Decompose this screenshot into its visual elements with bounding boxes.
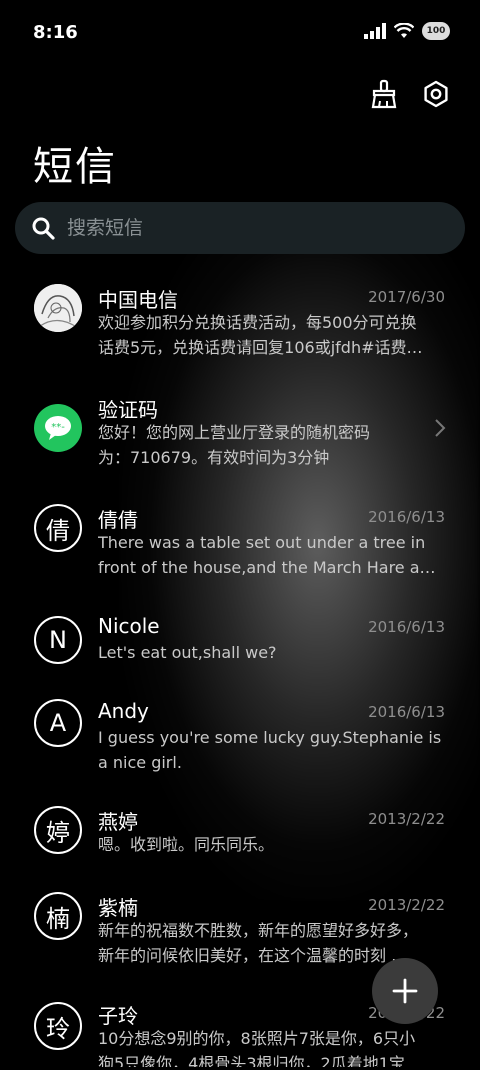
- conversation-name: 倩倩: [98, 508, 138, 532]
- conversation-name: 中国电信: [98, 288, 178, 312]
- preview-line: front of the house,and the March Hare an…: [98, 558, 444, 577]
- broom-icon: [371, 79, 397, 109]
- avatar: N: [34, 616, 82, 664]
- signal-icon: [364, 23, 386, 39]
- avatar-photo-icon: [34, 284, 82, 332]
- search-input[interactable]: [65, 216, 429, 240]
- conversation-item[interactable]: 婷 燕婷 2013/2/22 嗯。收到啦。同乐同乐。: [0, 796, 480, 876]
- clean-button[interactable]: [368, 78, 400, 110]
- preview-line: There was a table set out under a tree i…: [98, 533, 426, 552]
- preview-line: 10分想念9别的你，8张照片7张是你，6只小: [98, 1029, 416, 1048]
- status-time: 8:16: [33, 22, 78, 43]
- chevron-right-icon: [435, 419, 446, 437]
- conversation-item[interactable]: **- 验证码 您好！您的网上营业厅登录的随机密码 为：710679。有效时间为…: [0, 382, 480, 486]
- conversation-name: Nicole: [98, 614, 160, 638]
- conversation-preview: 您好！您的网上营业厅登录的随机密码 为：710679。有效时间为3分钟: [98, 420, 444, 470]
- header-actions: [368, 78, 452, 110]
- page-title: 短信: [33, 144, 117, 190]
- conversation-date: 2016/6/13: [368, 618, 445, 636]
- conversation-item[interactable]: 倩 倩倩 2016/6/13 There was a table set out…: [0, 492, 480, 596]
- conversation-name: 子玲: [98, 1004, 138, 1028]
- plus-icon: [392, 978, 418, 1004]
- conversation-date: 2013/2/22: [368, 896, 445, 914]
- conversation-item[interactable]: A Andy 2016/6/13 I guess you're some luc…: [0, 687, 480, 791]
- conversation-preview: There was a table set out under a tree i…: [98, 530, 444, 580]
- preview-line: 欢迎参加积分兑换话费活动，每500分可兑换: [98, 313, 417, 332]
- conversation-preview: Let's eat out,shall we?: [98, 640, 444, 665]
- conversation-name: Andy: [98, 699, 149, 723]
- avatar: A: [34, 699, 82, 747]
- search-icon: [31, 216, 55, 240]
- conversation-name: 紫楠: [98, 896, 138, 920]
- preview-line: Let's eat out,shall we?: [98, 643, 277, 662]
- conversation-preview: 嗯。收到啦。同乐同乐。: [98, 832, 444, 857]
- chat-bubble-icon: **-: [45, 416, 71, 440]
- preview-line: 为：710679。有效时间为3分钟: [98, 448, 330, 467]
- conversation-preview: I guess you're some lucky guy.Stephanie …: [98, 725, 444, 775]
- conversation-date: 2016/6/13: [368, 703, 445, 721]
- conversation-preview: 欢迎参加积分兑换话费活动，每500分可兑换 话费5元，兑换话费请回复106或jf…: [98, 310, 444, 360]
- wifi-icon: [394, 23, 414, 38]
- settings-icon: [424, 80, 448, 108]
- conversation-preview: 10分想念9别的你，8张照片7张是你，6只小 狗5只像你，4根骨头3根归你，2瓜…: [98, 1026, 444, 1067]
- battery-icon: 100: [422, 22, 450, 40]
- search-bar[interactable]: [15, 202, 465, 254]
- preview-line: a nice girl.: [98, 753, 182, 772]
- avatar: 玲: [34, 1002, 82, 1050]
- conversation-name: 验证码: [98, 398, 158, 422]
- status-icons: 100: [364, 22, 450, 40]
- preview-line: 狗5只像你，4根骨头3根归你，2瓜着地1宝…: [98, 1054, 421, 1067]
- preview-line: 嗯。收到啦。同乐同乐。: [98, 835, 275, 854]
- status-bar: 8:16 100: [0, 0, 480, 64]
- svg-text:**-: **-: [51, 422, 65, 433]
- conversation-item[interactable]: 中国电信 2017/6/30 欢迎参加积分兑换话费活动，每500分可兑换 话费5…: [0, 272, 480, 376]
- avatar: 倩: [34, 504, 82, 552]
- conversation-item[interactable]: N Nicole 2016/6/13 Let's eat out,shall w…: [0, 602, 480, 682]
- new-message-button[interactable]: [372, 958, 438, 1024]
- conversation-name: 燕婷: [98, 810, 138, 834]
- preview-line: 话费5元，兑换话费请回复106或jfdh#话费…: [98, 338, 423, 357]
- avatar: **-: [34, 404, 82, 452]
- avatar: 婷: [34, 806, 82, 854]
- conversation-date: 2016/6/13: [368, 508, 445, 526]
- preview-line: 新年的祝福数不胜数，新年的愿望好多好多，: [98, 921, 419, 940]
- avatar: [34, 284, 82, 332]
- conversation-date: 2017/6/30: [368, 288, 445, 306]
- avatar: 楠: [34, 892, 82, 940]
- preview-line: 您好！您的网上营业厅登录的随机密码: [98, 423, 371, 442]
- preview-line: I guess you're some lucky guy.Stephanie …: [98, 728, 442, 747]
- settings-button[interactable]: [420, 78, 452, 110]
- conversation-date: 2013/2/22: [368, 810, 445, 828]
